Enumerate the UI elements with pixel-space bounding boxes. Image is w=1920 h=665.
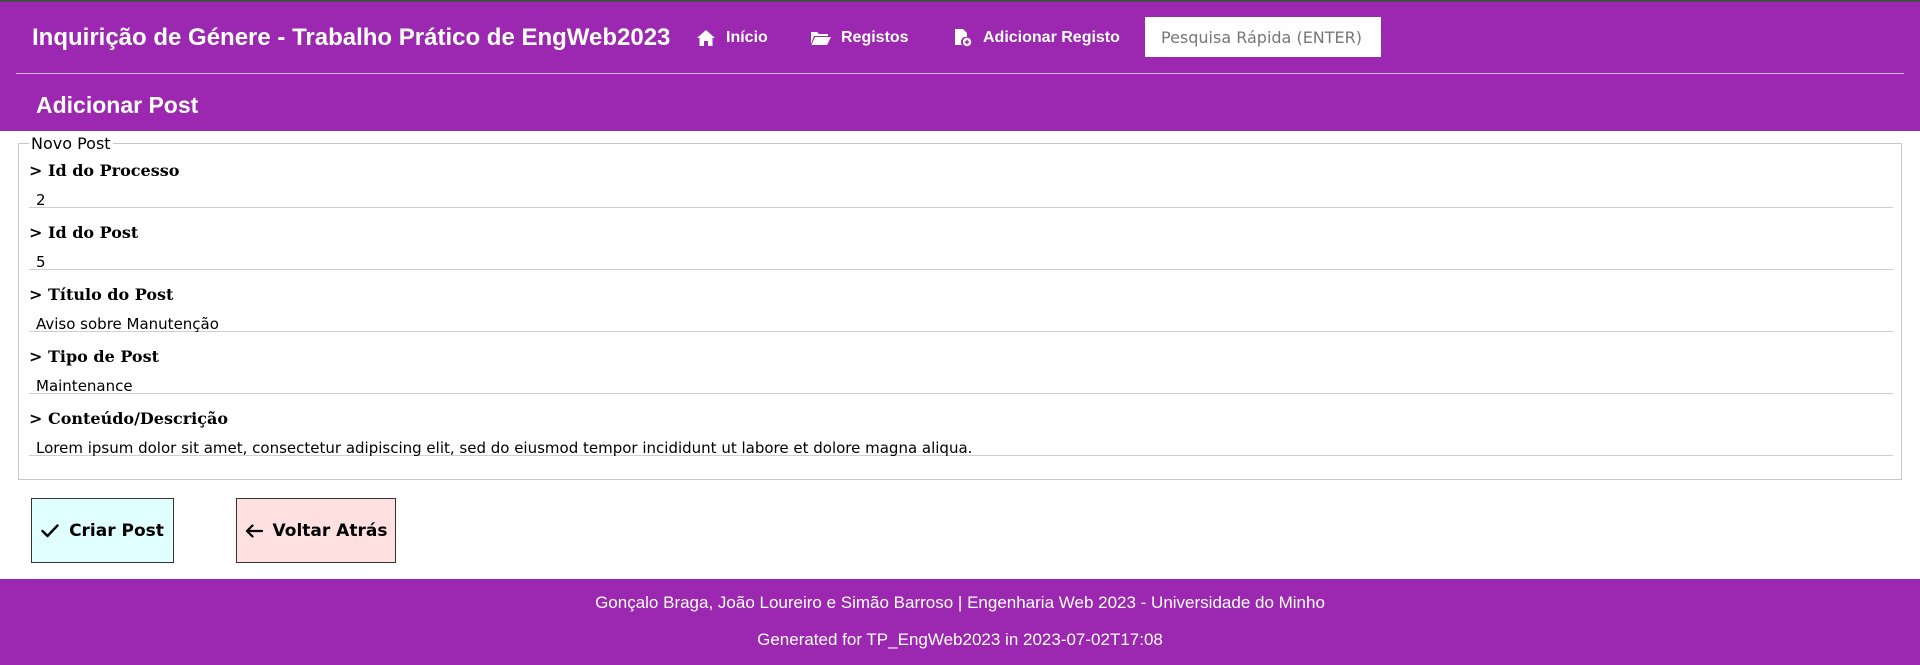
folder-open-icon bbox=[811, 29, 831, 47]
field-label: > Id do Post bbox=[29, 223, 139, 242]
checkmark-icon bbox=[41, 523, 59, 537]
top-border bbox=[0, 0, 1920, 2]
field-titulo-post: > Título do Post Aviso sobre Manutenção bbox=[29, 270, 1893, 333]
nav-label-adicionar-registo: Adicionar Registo bbox=[983, 29, 1120, 46]
field-value[interactable]: Aviso sobre Manutenção bbox=[36, 315, 219, 333]
nav-item-inicio[interactable]: Início bbox=[696, 26, 768, 50]
search-input[interactable] bbox=[1145, 17, 1381, 57]
field-value[interactable]: Lorem ipsum dolor sit amet, consectetur … bbox=[36, 439, 972, 457]
back-button[interactable]: Voltar Atrás bbox=[236, 498, 396, 563]
nav-label-registos: Registos bbox=[841, 29, 909, 46]
field-tipo-post: > Tipo de Post Maintenance bbox=[29, 332, 1893, 395]
field-value[interactable]: 2 bbox=[36, 191, 46, 209]
footer: Gonçalo Braga, João Loureiro e Simão Bar… bbox=[0, 579, 1920, 665]
field-label: > Conteúdo/Descrição bbox=[29, 409, 229, 428]
back-label: Voltar Atrás bbox=[272, 520, 388, 541]
footer-credits: Gonçalo Braga, João Loureiro e Simão Bar… bbox=[595, 593, 1325, 612]
field-conteudo-descricao: > Conteúdo/Descrição Lorem ipsum dolor s… bbox=[29, 394, 1893, 457]
field-value[interactable]: Maintenance bbox=[36, 377, 133, 395]
field-label: > Título do Post bbox=[29, 285, 174, 304]
create-post-button[interactable]: Criar Post bbox=[31, 498, 174, 563]
footer-generated: Generated for TP_EngWeb2023 in 2023-07-0… bbox=[757, 630, 1163, 649]
nav-label-inicio: Início bbox=[726, 29, 768, 46]
nav-item-registos[interactable]: Registos bbox=[811, 26, 909, 50]
page-title: Adicionar Post bbox=[36, 92, 199, 118]
nav-item-adicionar-registo[interactable]: Adicionar Registo bbox=[953, 26, 1120, 50]
field-id-post: > Id do Post 5 bbox=[29, 208, 1893, 271]
new-post-fieldset: Novo Post > Id do Processo 2 > Id do Pos… bbox=[18, 135, 1902, 480]
field-value[interactable]: 5 bbox=[36, 253, 46, 271]
file-add-icon bbox=[953, 29, 973, 47]
field-id-processo: > Id do Processo 2 bbox=[29, 146, 1893, 209]
app-title: Inquirição de Génere - Trabalho Prático … bbox=[32, 24, 671, 51]
header-bar: Inquirição de Génere - Trabalho Prático … bbox=[0, 0, 1920, 131]
header-divider bbox=[16, 73, 1904, 74]
home-icon bbox=[696, 29, 716, 47]
create-post-label: Criar Post bbox=[69, 520, 164, 541]
arrow-left-icon bbox=[245, 523, 263, 538]
field-label: > Tipo de Post bbox=[29, 347, 159, 366]
field-label: > Id do Processo bbox=[29, 161, 180, 180]
